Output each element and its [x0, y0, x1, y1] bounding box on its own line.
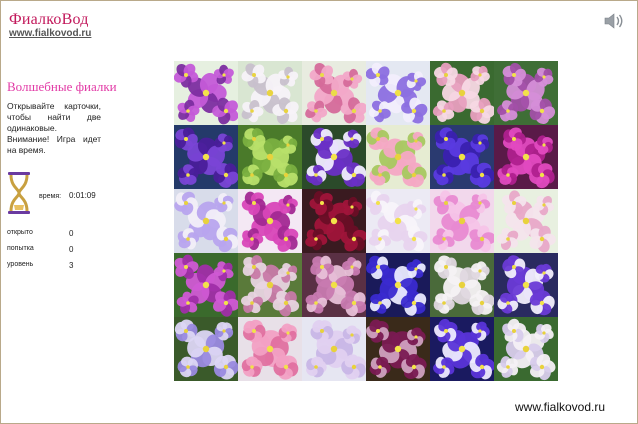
violet-photo — [302, 125, 366, 189]
timer: время: 0:01:09 — [39, 191, 96, 200]
card-tile[interactable] — [430, 189, 494, 253]
card-tile[interactable] — [430, 317, 494, 381]
card-tile[interactable] — [174, 61, 238, 125]
timer-label: время: — [39, 193, 62, 200]
violet-photo — [494, 125, 558, 189]
stat-value: 3 — [69, 261, 74, 270]
violet-photo — [494, 61, 558, 125]
violet-photo — [174, 125, 238, 189]
violet-photo — [238, 125, 302, 189]
violet-photo — [302, 253, 366, 317]
violet-photo — [238, 61, 302, 125]
violet-photo — [366, 253, 430, 317]
card-tile[interactable] — [366, 61, 430, 125]
violet-photo — [174, 189, 238, 253]
violet-photo — [430, 61, 494, 125]
violet-photo — [494, 317, 558, 381]
card-tile[interactable] — [430, 253, 494, 317]
stat-value: 0 — [69, 245, 74, 254]
warning-text: Внимание! Игра идет на время. — [7, 134, 101, 155]
footer-url-link[interactable]: www.fialkovod.ru — [515, 400, 605, 414]
logo-url-link[interactable]: www.fialkovod.ru — [9, 28, 91, 39]
violet-photo — [430, 317, 494, 381]
card-tile[interactable] — [238, 253, 302, 317]
stat-label: уровень — [7, 261, 34, 268]
violet-photo — [366, 189, 430, 253]
card-tile[interactable] — [494, 61, 558, 125]
game-instructions: Открывайте карточки, чтобы найти две оди… — [7, 101, 101, 156]
card-tile[interactable] — [174, 125, 238, 189]
violet-photo — [430, 125, 494, 189]
violet-photo — [238, 317, 302, 381]
card-tile[interactable] — [238, 317, 302, 381]
stat-attempt: попытка 0 — [7, 245, 97, 261]
card-tile[interactable] — [174, 189, 238, 253]
instruction-text: Открывайте карточки, чтобы найти две оди… — [7, 101, 101, 133]
violet-photo — [430, 189, 494, 253]
card-tile[interactable] — [302, 189, 366, 253]
card-tile[interactable] — [302, 317, 366, 381]
card-tile[interactable] — [238, 125, 302, 189]
card-tile[interactable] — [430, 61, 494, 125]
violet-photo — [302, 61, 366, 125]
game-window: ФиалкоВод www.fialkovod.ru Волшебные фиа… — [0, 0, 638, 424]
stat-label: открыто — [7, 229, 33, 236]
card-tile[interactable] — [494, 125, 558, 189]
game-stats: открыто 0 попытка 0 уровень 3 — [7, 229, 97, 277]
card-tile[interactable] — [302, 253, 366, 317]
card-tile[interactable] — [494, 189, 558, 253]
violet-photo — [430, 253, 494, 317]
card-tile[interactable] — [366, 317, 430, 381]
game-title: Волшебные фиалки — [7, 79, 117, 94]
violet-photo — [366, 61, 430, 125]
stat-opened: открыто 0 — [7, 229, 97, 245]
violet-photo — [302, 317, 366, 381]
timer-value: 0:01:09 — [69, 191, 96, 200]
card-board — [174, 61, 558, 381]
stat-label: попытка — [7, 245, 34, 252]
card-tile[interactable] — [366, 253, 430, 317]
hourglass-icon — [7, 171, 31, 215]
violet-photo — [174, 61, 238, 125]
card-tile[interactable] — [366, 125, 430, 189]
card-tile[interactable] — [302, 125, 366, 189]
violet-photo — [302, 189, 366, 253]
card-tile[interactable] — [494, 317, 558, 381]
card-tile[interactable] — [494, 253, 558, 317]
card-tile[interactable] — [238, 189, 302, 253]
violet-photo — [494, 253, 558, 317]
site-logo[interactable]: ФиалкоВод — [9, 11, 89, 29]
violet-photo — [174, 317, 238, 381]
speaker-icon[interactable] — [603, 12, 625, 30]
card-tile[interactable] — [302, 61, 366, 125]
violet-photo — [366, 125, 430, 189]
card-tile[interactable] — [174, 253, 238, 317]
stat-value: 0 — [69, 229, 74, 238]
violet-photo — [494, 189, 558, 253]
card-tile[interactable] — [430, 125, 494, 189]
violet-photo — [238, 253, 302, 317]
card-tile[interactable] — [366, 189, 430, 253]
stat-level: уровень 3 — [7, 261, 97, 277]
violet-photo — [238, 189, 302, 253]
violet-photo — [174, 253, 238, 317]
card-tile[interactable] — [238, 61, 302, 125]
card-tile[interactable] — [174, 317, 238, 381]
violet-photo — [366, 317, 430, 381]
